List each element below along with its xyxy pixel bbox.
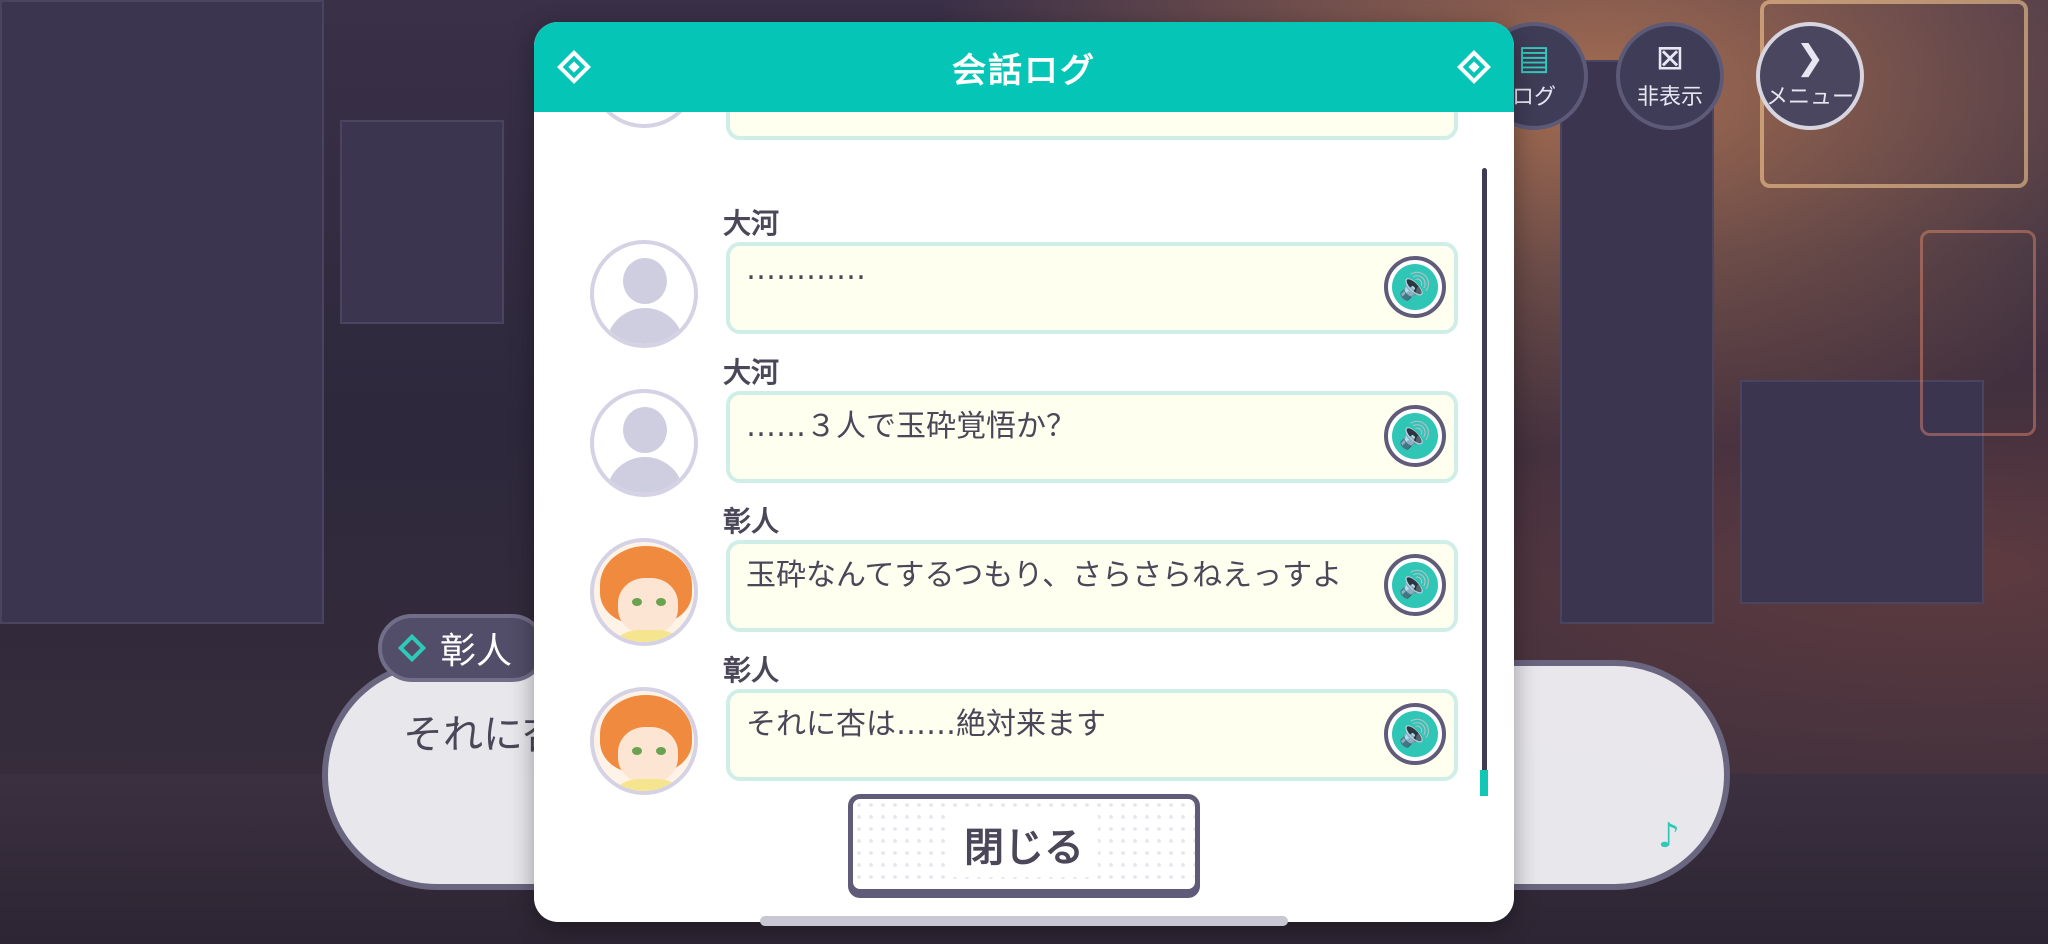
speaker-name: 彰人 bbox=[440, 631, 513, 672]
scrollbar[interactable] bbox=[1482, 168, 1487, 796]
list-item: 大河 ………… 🔊 bbox=[590, 207, 1460, 382]
speaker-name: 彰人 bbox=[723, 505, 780, 538]
avatar bbox=[590, 687, 698, 795]
list-item: 彰人 それに杏は……絶対来ます 🔊 bbox=[590, 654, 1460, 798]
hide-button-label: 非表示 bbox=[1636, 85, 1703, 110]
close-button-label: 閉じる bbox=[950, 811, 1098, 877]
message-bubble: ………… 🔊 bbox=[726, 242, 1458, 334]
message-text: ………… bbox=[746, 252, 866, 287]
chevron-right-icon: ❯ bbox=[1795, 38, 1825, 78]
avatar bbox=[590, 389, 698, 497]
scrollbar-thumb[interactable] bbox=[1480, 770, 1488, 796]
speaker-nametag: 彰人 bbox=[378, 614, 547, 682]
diamond-icon bbox=[397, 633, 427, 663]
message-text: それに杏は……絶対来ます bbox=[746, 707, 1106, 742]
log-button-label: ログ bbox=[1511, 85, 1556, 110]
avatar bbox=[590, 538, 698, 646]
voice-play-button[interactable]: 🔊 bbox=[1384, 703, 1446, 765]
voice-play-button[interactable]: 🔊 bbox=[1384, 405, 1446, 467]
voice-play-button[interactable]: 🔊 bbox=[1384, 554, 1446, 616]
log-list[interactable]: 大河 ………… 🔊 大河 ……３人で玉砕覚悟か？ 🔊 彰人 玉砕なんてするつもり… bbox=[534, 112, 1514, 798]
diamond-icon bbox=[557, 50, 591, 84]
avatar bbox=[590, 112, 698, 128]
dialog-header: 会話ログ bbox=[534, 22, 1514, 112]
speaker-icon: 🔊 bbox=[1392, 264, 1438, 310]
diamond-icon bbox=[1457, 50, 1491, 84]
hide-icon: ⊠ bbox=[1655, 38, 1685, 78]
message-bubble: 玉砕なんてするつもり、さらさらねえっすよ 🔊 bbox=[726, 540, 1458, 632]
list-item: 大河 ……３人で玉砕覚悟か？ 🔊 bbox=[590, 356, 1460, 531]
speaker-icon: 🔊 bbox=[1392, 413, 1438, 459]
message-bubble: ……３人で玉砕覚悟か？ 🔊 bbox=[726, 391, 1458, 483]
voice-play-button[interactable]: 🔊 bbox=[1384, 256, 1446, 318]
speaker-name: 彰人 bbox=[723, 654, 780, 687]
chat-log-icon: ▤ bbox=[1517, 38, 1551, 78]
dialog-title: 会話ログ bbox=[952, 50, 1096, 91]
speaker-icon: 🔊 bbox=[1392, 562, 1438, 608]
avatar bbox=[590, 240, 698, 348]
conversation-log-dialog: 会話ログ 大河 ………… 🔊 大河 ……３人で玉砕覚悟か？ 🔊 彰人 玉砕なんて… bbox=[534, 22, 1514, 922]
message-text: 玉砕なんてするつもり、さらさらねえっすよ bbox=[746, 558, 1343, 593]
home-indicator[interactable] bbox=[760, 916, 1288, 926]
message-text: ……３人で玉砕覚悟か？ bbox=[746, 409, 1076, 444]
music-note-icon: ♪ bbox=[1658, 816, 1680, 856]
menu-button[interactable]: ❯ メニュー bbox=[1756, 22, 1864, 130]
message-bubble: それに杏は……絶対来ます 🔊 bbox=[726, 689, 1458, 781]
hide-button[interactable]: ⊠ 非表示 bbox=[1616, 22, 1724, 130]
message-bubble bbox=[726, 112, 1458, 140]
menu-button-label: メニュー bbox=[1765, 85, 1854, 110]
speaker-name: 大河 bbox=[723, 207, 780, 240]
list-item: 彰人 玉砕なんてするつもり、さらさらねえっすよ 🔊 bbox=[590, 505, 1460, 680]
close-button[interactable]: 閉じる bbox=[848, 794, 1200, 894]
speaker-name: 大河 bbox=[723, 356, 780, 389]
speaker-icon: 🔊 bbox=[1392, 711, 1438, 757]
